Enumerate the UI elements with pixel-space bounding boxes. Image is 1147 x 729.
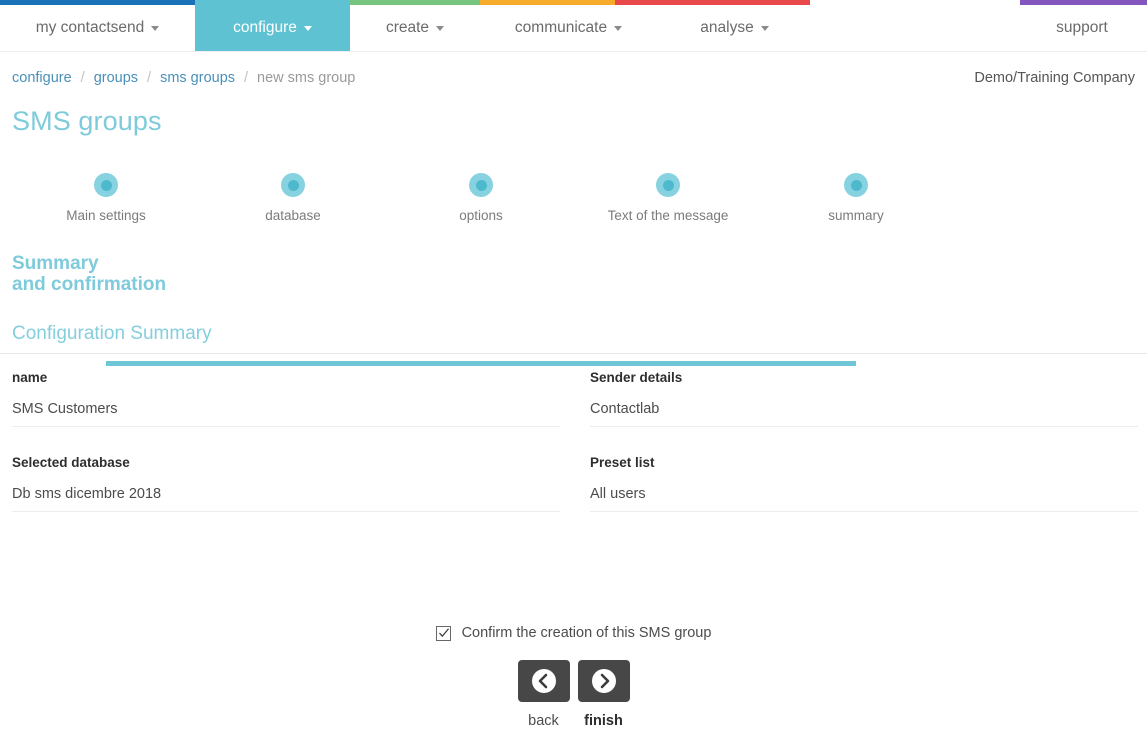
stepper-step-text-of-the-message[interactable]: Text of the message [598,173,738,223]
summary-column-right: Sender details Contactlab Preset list Al… [590,370,1138,540]
nav-item-label: configure [233,19,297,36]
configuration-summary-heading: Configuration Summary [12,323,212,344]
nav-item-create[interactable]: create [350,5,480,51]
finish-button-caption: finish [584,713,623,729]
summary-field-selected-database: Selected database Db sms dicembre 2018 [12,455,560,512]
breadcrumb: configure / groups / sms groups / new sm… [12,70,355,86]
confirm-creation-checkbox[interactable] [435,625,451,641]
nav-item-label: my contactsend [35,19,145,36]
stepper-track [106,361,856,366]
step-label: database [265,208,321,223]
arrow-right-circle-icon [591,669,616,693]
back-button[interactable] [517,660,570,702]
summary-field-name: name SMS Customers [12,370,560,427]
step-bullet-icon [656,173,680,197]
field-value: All users [590,486,1138,512]
field-label: name [12,370,48,385]
nav-item-label: support [1056,19,1108,36]
field-label: Sender details [590,370,683,385]
nav-item-support[interactable]: support [1017,5,1147,51]
stepper-step-options[interactable]: options [411,173,551,223]
wizard-footer-buttons: back finish [0,660,1147,729]
company-name: Demo/Training Company [974,70,1135,86]
section-heading-line-2: and confirmation [12,274,167,295]
stepper-step-main-settings[interactable]: Main settings [36,173,176,223]
field-value: SMS Customers [12,401,560,427]
nav-item-label: create [385,19,430,36]
nav-item-configure[interactable]: configure [195,5,350,51]
arrow-left-circle-icon [531,669,556,693]
wizard-stepper: Main settings database options Text of t… [0,173,1147,366]
section-heading: Summary and confirmation [0,253,1147,295]
breadcrumb-item-groups[interactable]: groups [94,70,138,86]
page-title: SMS groups [12,106,162,136]
stepper-step-database[interactable]: database [223,173,363,223]
nav-item-label: analyse [700,19,754,36]
summary-column-left: name SMS Customers Selected database Db … [12,370,560,540]
checkmark-icon [438,627,449,637]
nav-item-label: communicate [514,19,608,36]
nav-item-analyse[interactable]: analyse [657,5,812,51]
section-heading-line-1: Summary [12,253,99,274]
step-label: summary [828,208,884,223]
summary-field-sender-details: Sender details Contactlab [590,370,1138,427]
confirm-row: Confirm the creation of this SMS group [0,625,1147,641]
confirm-creation-label[interactable]: Confirm the creation of this SMS group [462,625,712,641]
breadcrumb-separator: / [244,70,249,86]
back-button-caption: back [528,713,559,729]
field-label: Selected database [12,455,130,470]
back-button-wrap: back [517,660,570,729]
chevron-down-icon [303,25,312,31]
step-bullet-icon [94,173,118,197]
nav-item-my-contactsend[interactable]: my contactsend [0,5,195,51]
breadcrumb-separator: / [147,70,152,86]
step-bullet-icon [281,173,305,197]
main-navigation: my contactsend configure create communic… [0,5,1147,52]
finish-button-wrap: finish [577,660,630,729]
step-bullet-icon [469,173,493,197]
configuration-summary-grid: name SMS Customers Selected database Db … [0,370,1147,540]
breadcrumb-row: configure / groups / sms groups / new sm… [0,52,1147,92]
breadcrumb-separator: / [80,70,85,86]
chevron-down-icon [760,25,769,31]
chevron-down-icon [151,25,160,31]
breadcrumb-item-new-sms-group: new sms group [257,70,356,86]
nav-item-communicate[interactable]: communicate [480,5,657,51]
field-value: Db sms dicembre 2018 [12,486,560,512]
breadcrumb-item-sms-groups[interactable]: sms groups [160,70,235,86]
field-value: Contactlab [590,401,1138,427]
summary-field-preset-list: Preset list All users [590,455,1138,512]
step-label: Text of the message [607,208,729,223]
section-divider [0,353,1147,354]
chevron-down-icon [614,25,623,31]
step-bullet-icon [844,173,868,197]
field-label: Preset list [590,455,655,470]
breadcrumb-item-configure[interactable]: configure [12,70,72,86]
finish-button[interactable] [577,660,630,702]
step-label: options [459,208,503,223]
step-label: Main settings [66,208,146,223]
stepper-step-summary[interactable]: summary [786,173,926,223]
chevron-down-icon [436,25,445,31]
